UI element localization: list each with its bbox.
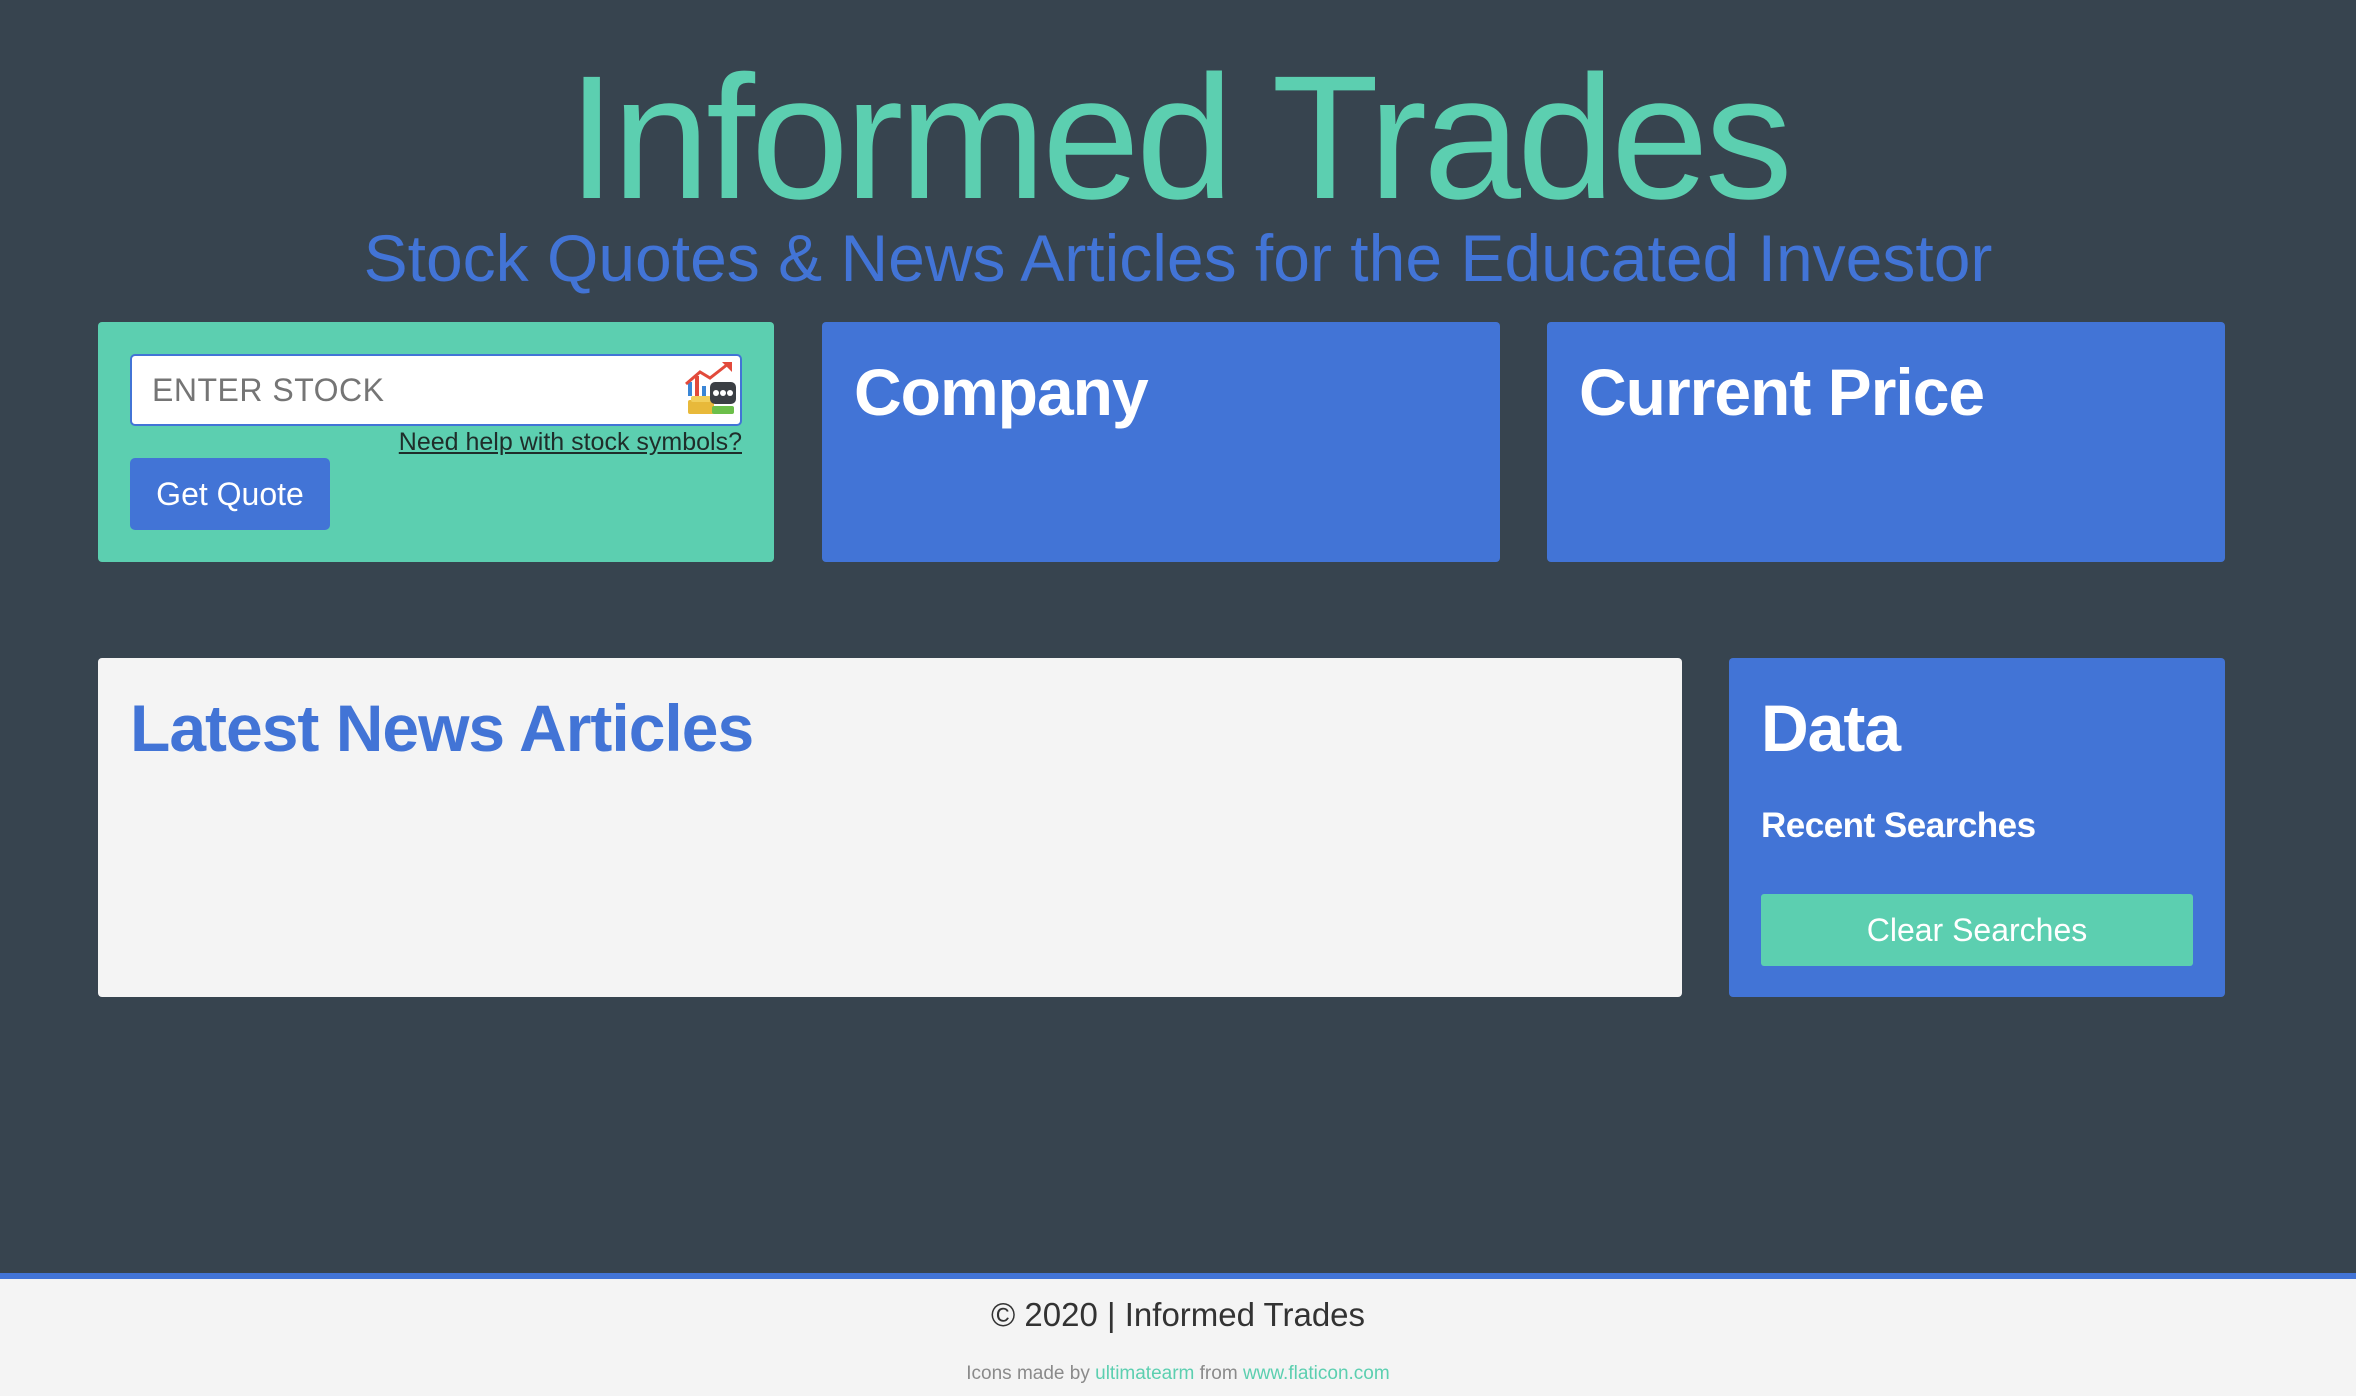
stock-symbols-help-link[interactable]: Need help with stock symbols? [399, 428, 742, 457]
site-title: Informed Trades [567, 40, 1793, 236]
current-price-heading: Current Price [1579, 355, 1985, 429]
copyright-text: © 2020 | Informed Trades [990, 1296, 1366, 1333]
stock-input-wrapper [130, 354, 742, 426]
stock-symbol-input[interactable] [132, 356, 672, 424]
news-heading: Latest News Articles [130, 691, 754, 765]
data-heading: Data [1761, 691, 1901, 765]
footer: © 2020 | Informed Trades Icons made by u… [0, 1273, 2356, 1396]
recent-searches-label: Recent Searches [1761, 806, 2036, 845]
credit-prefix: Icons made by [966, 1363, 1090, 1384]
stock-search-card: Need help with stock symbols? Get Quote [98, 322, 774, 562]
clear-searches-button[interactable]: Clear Searches [1761, 894, 2193, 966]
credit-middle: from [1199, 1363, 1238, 1384]
credit-author-link[interactable]: ultimatearm [1095, 1363, 1194, 1384]
stock-chart-icon[interactable] [682, 360, 738, 418]
icon-credit: Icons made by ultimatearm from www.flati… [0, 1361, 2356, 1387]
site-subtitle: Stock Quotes & News Articles for the Edu… [363, 221, 1993, 295]
news-articles-card: Latest News Articles [98, 658, 1682, 997]
company-heading: Company [854, 355, 1149, 429]
data-panel: Data Recent Searches Clear Searches [1729, 658, 2225, 997]
company-card: Company [822, 322, 1500, 562]
get-quote-button[interactable]: Get Quote [130, 458, 330, 530]
current-price-card: Current Price [1547, 322, 2225, 562]
credit-site-link[interactable]: www.flaticon.com [1243, 1363, 1390, 1384]
